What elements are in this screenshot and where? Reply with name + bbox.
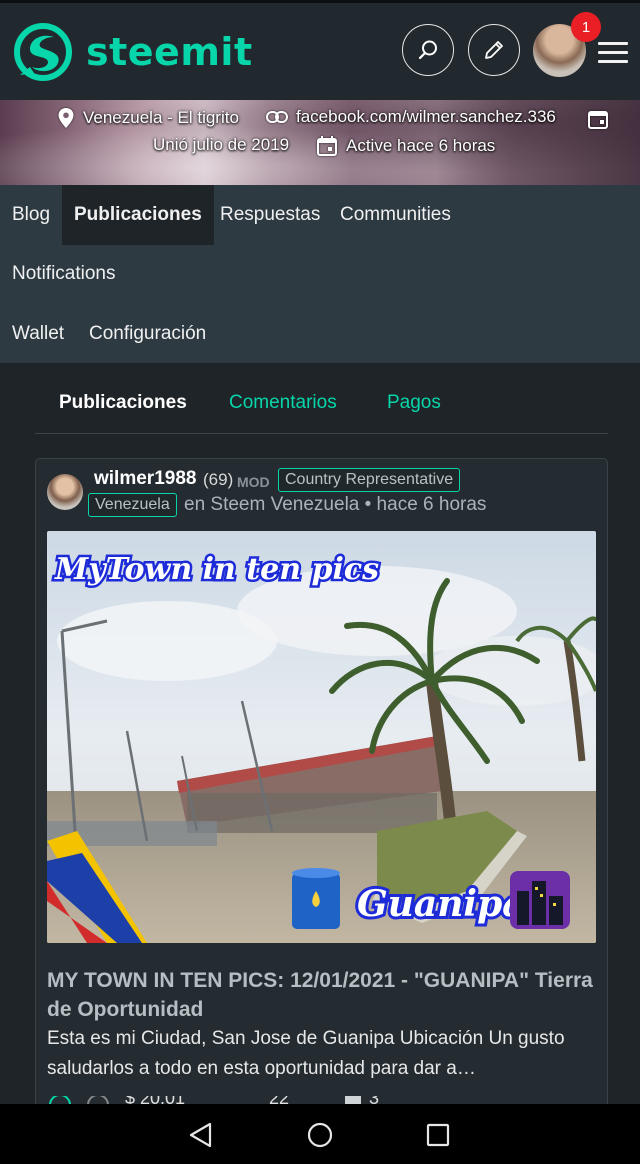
top-header: steemit 1	[0, 3, 640, 100]
subtab-posts[interactable]: Publicaciones	[59, 392, 187, 414]
link-icon	[266, 111, 288, 123]
subtab-payouts[interactable]: Pagos	[387, 392, 441, 414]
thumbnail-title-text: MyTown in ten pics	[54, 552, 379, 587]
notification-badge[interactable]: 1	[571, 12, 601, 42]
system-nav-bar	[0, 1104, 640, 1164]
back-icon[interactable]	[188, 1122, 214, 1148]
location-pin-icon	[58, 108, 74, 128]
affiliation-badge-country: Venezuela	[88, 493, 177, 517]
active-line: Active hace 6 horas	[316, 135, 495, 157]
location-line: Venezuela - El tigrito	[57, 107, 239, 129]
tab-settings[interactable]: Configuración	[89, 322, 206, 346]
website-line[interactable]: facebook.com/wilmer.sanchez.336	[266, 107, 556, 127]
brand-name: steemit	[86, 30, 253, 74]
pencil-icon	[485, 41, 503, 59]
steemit-logo[interactable]: steemit	[14, 23, 253, 81]
tab-blog[interactable]: Blog	[12, 203, 50, 227]
post-filter-tabs: Publicaciones Comentarios Pagos	[35, 378, 608, 434]
recents-icon[interactable]	[426, 1123, 450, 1147]
subtab-comments[interactable]: Comentarios	[229, 392, 337, 414]
thumbnail-town-text: Guanipa	[357, 883, 526, 925]
calendar-icon	[588, 111, 608, 129]
tab-wallet[interactable]: Wallet	[12, 322, 64, 346]
home-icon[interactable]	[307, 1122, 333, 1148]
steemit-app: steemit 1 Venezuela - El tigrito faceboo…	[0, 0, 640, 1164]
post-title[interactable]: MY TOWN IN TEN PICS: 12/01/2021 - "GUANI…	[47, 966, 607, 1024]
hamburger-menu-icon[interactable]	[598, 42, 628, 64]
author-reputation: (69)	[203, 470, 234, 489]
profile-cover: Venezuela - El tigrito facebook.com/wilm…	[0, 100, 640, 185]
joined-line: Unió julio de 2019	[153, 135, 289, 155]
search-button[interactable]	[402, 24, 454, 76]
tab-posts[interactable]: Publicaciones	[62, 185, 214, 245]
tab-replies[interactable]: Respuestas	[220, 203, 320, 227]
author-avatar[interactable]	[47, 474, 83, 510]
calendar-icon	[317, 136, 337, 156]
joined-text: Unió julio de 2019	[153, 135, 290, 154]
steemit-logo-icon	[14, 23, 72, 81]
author-name[interactable]: wilmer1988	[94, 468, 196, 490]
calendar-line	[587, 108, 617, 130]
author-role: MOD	[237, 474, 270, 490]
profile-tabs: Blog Publicaciones Respuestas Communitie…	[0, 185, 640, 363]
website-link[interactable]: facebook.com/wilmer.sanchez.336	[296, 107, 556, 127]
location-text: Venezuela - El tigrito	[83, 108, 239, 127]
tab-communities[interactable]: Communities	[340, 203, 451, 227]
new-post-button[interactable]	[468, 24, 520, 76]
search-icon	[418, 40, 437, 60]
post-thumbnail[interactable]: MyTown in ten pics Guanipa	[47, 531, 596, 943]
active-text: Active hace 6 horas	[346, 136, 496, 155]
tab-notifications[interactable]: Notifications	[12, 262, 116, 286]
community-and-time[interactable]: en Steem Venezuela • hace 6 horas	[184, 494, 486, 516]
post-excerpt[interactable]: Esta es mi Ciudad, San Jose de Guanipa U…	[47, 1024, 607, 1084]
post-thumbnail-image: MyTown in ten pics Guanipa	[47, 531, 596, 943]
affiliation-badge: Country Representative	[278, 468, 461, 492]
